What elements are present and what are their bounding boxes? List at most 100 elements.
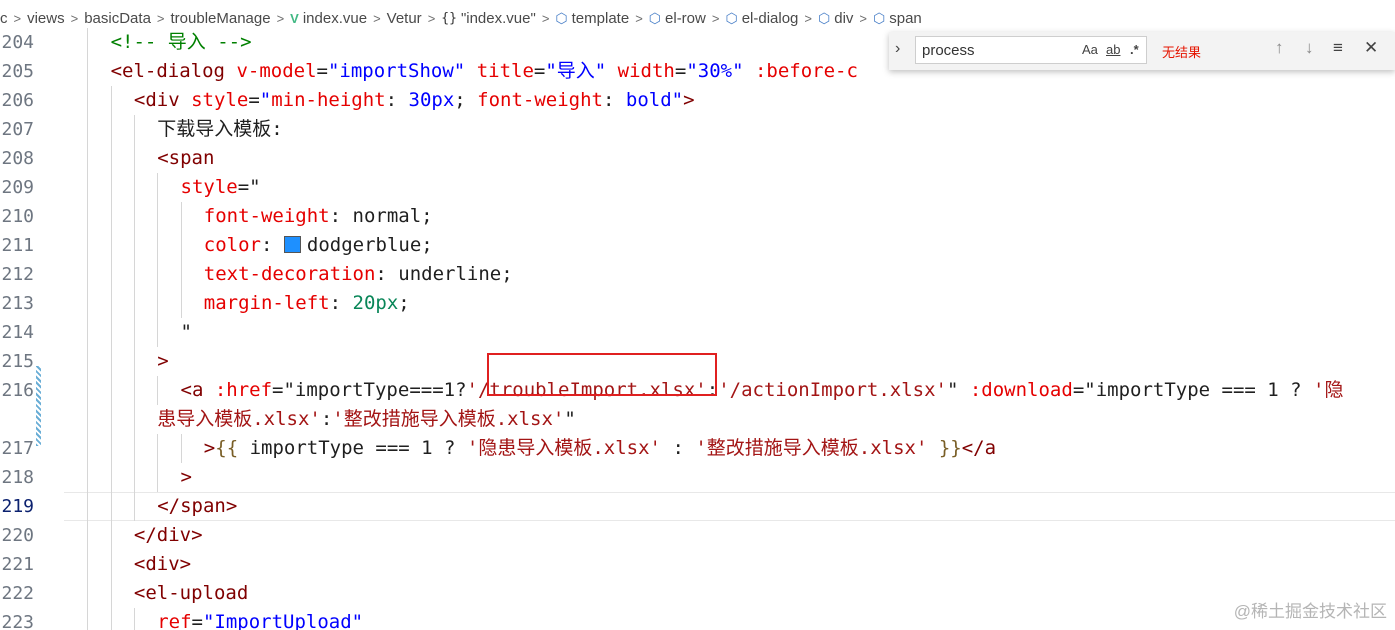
breadcrumb-item[interactable]: views <box>27 10 65 27</box>
breadcrumb-item[interactable]: c <box>0 10 8 27</box>
line-number: 220 <box>1 525 34 546</box>
code-token: " <box>259 89 272 111</box>
code-token: 20px <box>352 292 399 314</box>
breadcrumb-item[interactable]: ⬡ el-dialog <box>725 10 798 27</box>
code-token: = <box>533 60 546 82</box>
code-token: ="importType === 1 ? <box>1072 379 1314 401</box>
code-text[interactable]: <a :href="importType===1?'/troubleImport… <box>64 376 1395 405</box>
find-input-box[interactable]: Aa ab .* <box>915 36 1147 64</box>
code-editor[interactable]: 204 <!-- 导入 --> 205 <el-dialog v-model="imp… <box>0 28 1395 630</box>
line-number: 222 <box>1 583 34 604</box>
code-line[interactable]: 223 ref="ImportUpload" <box>0 608 1395 630</box>
color-swatch-icon[interactable] <box>283 236 301 253</box>
code-token: : normal; <box>329 205 433 227</box>
find-widget: › Aa ab .* 无结果 ↑ ↓ ≡ ✕ <box>889 32 1395 70</box>
code-line[interactable]: 219 </span> <box>0 492 1395 521</box>
code-line[interactable]: 患导入模板.xlsx':'整改措施导入模板.xlsx'" <box>0 405 1395 434</box>
line-number: 216 <box>1 380 34 401</box>
code-token: ; <box>454 89 478 111</box>
code-line[interactable]: 208 <span <box>0 144 1395 173</box>
code-text[interactable]: > <box>64 463 1395 492</box>
breadcrumb-separator-icon: > <box>859 10 868 26</box>
code-token: "ImportUpload" <box>202 611 364 630</box>
code-token: '整改措施导入模板.xlsx' <box>332 408 565 430</box>
breadcrumb-item[interactable]: troubleManage <box>171 10 271 27</box>
code-text[interactable]: text-decoration: underline; <box>64 260 1395 289</box>
code-token: "30%" <box>686 60 744 82</box>
line-number: 215 <box>1 351 34 372</box>
breadcrumb-label: troubleManage <box>170 9 271 27</box>
breadcrumb-item[interactable]: basicData <box>84 10 151 27</box>
code-text[interactable]: style=" <box>64 173 1395 202</box>
code-token: width <box>606 60 675 82</box>
code-line[interactable]: 220 </div> <box>0 521 1395 550</box>
code-text[interactable]: 下载导入模板: <box>64 115 1395 144</box>
match-case-icon[interactable]: Aa <box>1082 42 1098 57</box>
code-text[interactable]: <el-upload <box>64 579 1395 608</box>
code-text[interactable]: <div> <box>64 550 1395 579</box>
code-text[interactable]: " <box>64 318 1395 347</box>
next-match-arrow-down-icon[interactable]: ↓ <box>1305 38 1314 58</box>
code-token: > <box>203 437 216 459</box>
code-line[interactable]: 217 >{{ importType === 1 ? '隐患导入模板.xlsx' … <box>0 434 1395 463</box>
code-token: = <box>191 611 203 630</box>
line-number: 205 <box>1 61 34 82</box>
code-token: :download <box>958 379 1073 401</box>
breadcrumb-item[interactable]: ⬡ template <box>555 10 629 27</box>
code-text[interactable]: 患导入模板.xlsx':'整改措施导入模板.xlsx'" <box>64 405 1395 434</box>
code-token: span <box>180 495 226 517</box>
breadcrumb-item[interactable]: Vetur <box>387 10 422 27</box>
code-line[interactable]: 211 color: dodgerblue; <box>0 231 1395 260</box>
code-token: < <box>133 582 146 604</box>
code-token: = <box>674 60 687 82</box>
code-token: el-upload <box>145 582 249 604</box>
code-text[interactable]: > <box>64 347 1395 376</box>
code-line[interactable]: 212 text-decoration: underline; <box>0 260 1395 289</box>
line-number: 204 <box>1 32 34 53</box>
code-line[interactable]: 207 下载导入模板: <box>0 115 1395 144</box>
code-line[interactable]: 222 <el-upload <box>0 579 1395 608</box>
code-token: </ <box>961 437 985 459</box>
toggle-replace-chevron-icon[interactable]: › <box>895 40 900 58</box>
breadcrumb-item[interactable]: {} "index.vue" <box>441 10 536 27</box>
code-line[interactable]: 210 font-weight: normal; <box>0 202 1395 231</box>
code-token: "导入" <box>545 60 607 82</box>
code-line[interactable]: 209 style=" <box>0 173 1395 202</box>
breadcrumb-label: div <box>834 9 854 27</box>
code-text[interactable]: <div style="min-height: 30px; font-weigh… <box>64 86 1395 115</box>
code-line[interactable]: 206 <div style="min-height: 30px; font-we… <box>0 86 1395 115</box>
code-token: div <box>156 524 192 546</box>
breadcrumb-item[interactable]: ⬡ span <box>873 10 922 27</box>
code-line[interactable]: 221 <div> <box>0 550 1395 579</box>
line-number: 219 <box>1 496 34 517</box>
find-in-selection-icon[interactable]: ≡ <box>1333 38 1343 58</box>
code-token: a <box>191 379 204 401</box>
line-number: 223 <box>1 612 34 630</box>
previous-match-arrow-up-icon[interactable]: ↑ <box>1275 38 1284 58</box>
code-line[interactable]: 214 " <box>0 318 1395 347</box>
breadcrumb-item[interactable]: ⬡ div <box>818 10 853 27</box>
code-token: {{ <box>215 437 239 459</box>
close-icon[interactable]: ✕ <box>1364 38 1378 58</box>
breadcrumb-item[interactable]: ⬡ el-row <box>649 10 706 27</box>
line-number: 212 <box>1 264 34 285</box>
code-token: 30px <box>408 89 455 111</box>
code-text[interactable]: ref="ImportUpload" <box>64 608 1395 630</box>
code-text[interactable]: color: dodgerblue; <box>64 231 1395 260</box>
breadcrumb-item[interactable]: Vindex.vue <box>290 10 367 27</box>
code-line[interactable]: 218 > <box>0 463 1395 492</box>
line-number: 221 <box>1 554 34 575</box>
whole-word-icon[interactable]: ab <box>1106 42 1120 57</box>
code-text[interactable]: font-weight: normal; <box>64 202 1395 231</box>
line-number: 207 <box>1 119 34 140</box>
find-input[interactable] <box>922 40 1072 60</box>
code-text[interactable]: margin-left: 20px; <box>64 289 1395 318</box>
code-line[interactable]: 213 margin-left: 20px; <box>0 289 1395 318</box>
code-token: " <box>671 89 684 111</box>
code-text[interactable]: <span <box>64 144 1395 173</box>
code-text[interactable]: </div> <box>64 521 1395 550</box>
code-text[interactable]: </span> <box>64 492 1395 521</box>
code-text[interactable]: >{{ importType === 1 ? '隐患导入模板.xlsx' : '… <box>64 434 1395 463</box>
regex-icon[interactable]: .* <box>1130 42 1139 57</box>
code-token: dodgerblue; <box>306 234 433 256</box>
